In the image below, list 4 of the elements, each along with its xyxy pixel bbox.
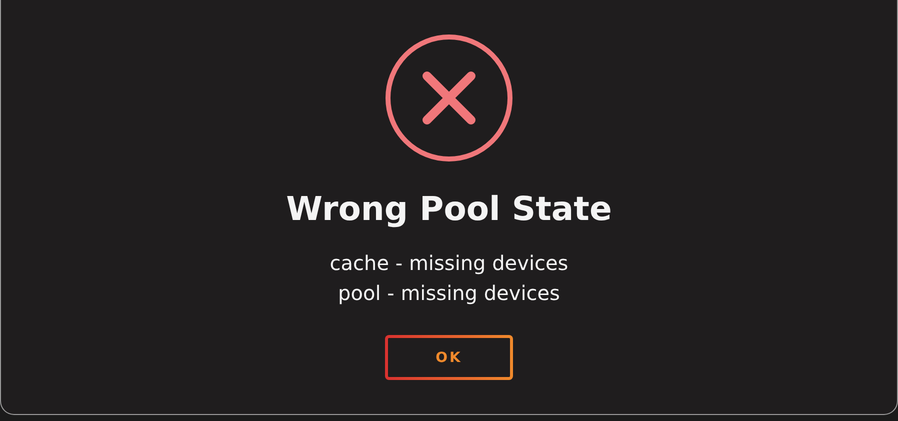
dialog-title: Wrong Pool State [286, 189, 612, 228]
error-message: pool - missing devices [338, 280, 560, 307]
error-message: cache - missing devices [330, 250, 568, 277]
ok-button[interactable]: OK [385, 335, 513, 380]
